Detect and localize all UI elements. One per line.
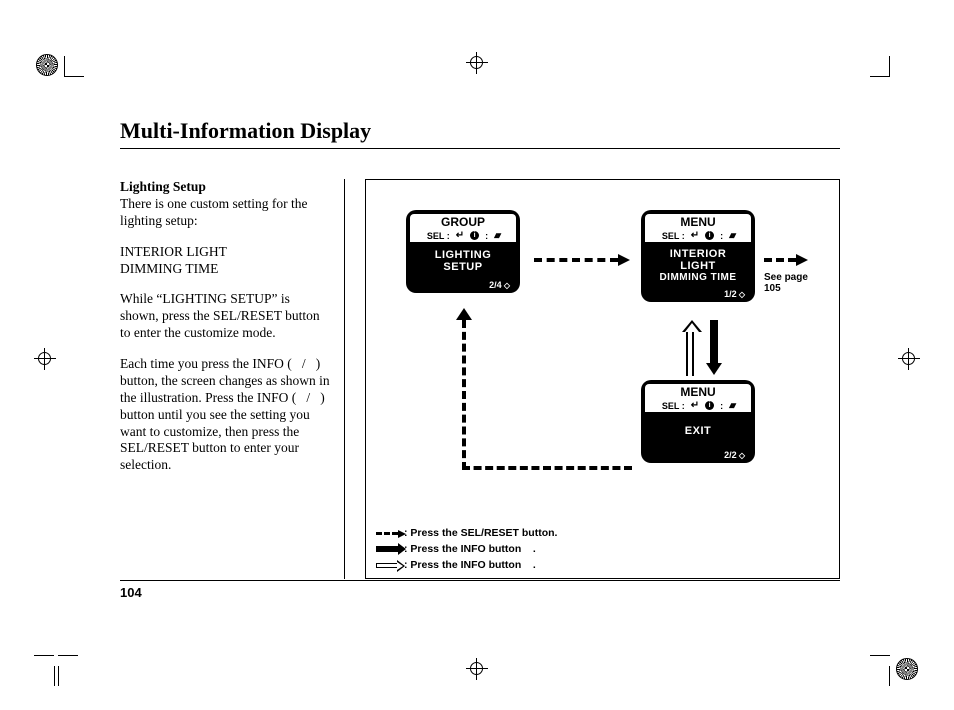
paragraph-2: While “LIGHTING SETUP” is shown, press t… — [120, 291, 330, 342]
lcd-footer: 1/2 — [645, 289, 751, 300]
lcd-body-line: EXIT — [685, 425, 711, 437]
legend-hollow-arrow-icon — [376, 563, 398, 568]
registration-mark-cross — [34, 348, 56, 370]
registration-mark-sun — [896, 658, 918, 680]
info-icon: i — [470, 231, 479, 240]
arrow-info-up — [686, 332, 694, 376]
lcd-screen-exit: MENU SEL : i: EXIT 2/2 — [641, 380, 755, 463]
enter-icon — [691, 230, 699, 241]
enter-icon — [456, 230, 464, 241]
legend-row-sel-reset: : Press the SEL/RESET button. — [376, 526, 557, 540]
lcd-body-line: DIMMING TIME — [659, 272, 736, 283]
setting-name-line1: INTERIOR LIGHT — [120, 244, 227, 259]
arrowhead-up-icon — [456, 308, 472, 320]
legend-dash-arrow-icon — [376, 532, 398, 535]
legend-text: : Press the SEL/RESET button. — [404, 527, 557, 539]
lcd-sel-row: SEL : i: — [645, 230, 751, 242]
lcd-screen-interior-light: MENU SEL : i: INTERIOR LIGHT DIMMING TIM… — [641, 210, 755, 302]
lcd-footer: 2/2 — [645, 450, 751, 461]
crop-mark — [858, 654, 890, 686]
lcd-sel-row: SEL : i: — [645, 400, 751, 412]
legend-row-info-hollow: : Press the INFO button . — [376, 558, 557, 572]
lcd-footer: 2/4 — [410, 280, 516, 291]
crop-mark — [58, 654, 90, 686]
arrow-info-down — [710, 320, 718, 365]
arrow-sel-reset — [534, 258, 618, 262]
info-icon: i — [705, 401, 714, 410]
registration-mark-sun — [36, 54, 58, 76]
lcd-header: GROUP — [410, 214, 516, 230]
lcd-body-line: INTERIOR — [659, 248, 736, 260]
diagram: GROUP SEL : i: LIGHTING SETUP 2/4 MENU S… — [365, 179, 840, 579]
updown-icon — [729, 400, 734, 411]
arrow-sel-reset-return — [462, 320, 632, 470]
lcd-body-line: SETUP — [435, 261, 492, 273]
info-icon: i — [705, 231, 714, 240]
enter-icon — [691, 400, 699, 411]
page-number: 104 — [120, 580, 840, 600]
legend-text: : Press the INFO button . — [404, 543, 536, 555]
crop-mark — [64, 46, 96, 78]
lcd-screen-lighting-setup: GROUP SEL : i: LIGHTING SETUP 2/4 — [406, 210, 520, 293]
crop-mark — [858, 46, 890, 78]
lcd-body-line: LIGHTING — [435, 249, 492, 261]
paragraph-3: Each time you press the INFO ( / ) butto… — [120, 356, 330, 474]
page-title: Multi-Information Display — [120, 118, 840, 149]
legend-solid-arrow-icon — [376, 546, 398, 552]
updown-icon — [729, 230, 734, 241]
paragraph-1: There is one custom setting for the ligh… — [120, 196, 307, 228]
arrow-sel-reset — [764, 258, 796, 262]
setting-name-line2: DIMMING TIME — [120, 261, 218, 276]
lcd-sel-row: SEL : i: — [410, 230, 516, 242]
lcd-body-line: LIGHT — [659, 260, 736, 272]
legend-text: : Press the INFO button . — [404, 559, 536, 571]
body-text-column: Lighting Setup There is one custom setti… — [120, 179, 345, 579]
section-subhead: Lighting Setup — [120, 179, 206, 194]
registration-mark-cross — [898, 348, 920, 370]
registration-mark-cross — [466, 52, 488, 74]
legend-row-info-solid: : Press the INFO button . — [376, 542, 557, 556]
lcd-header: MENU — [645, 214, 751, 230]
lcd-header: MENU — [645, 384, 751, 400]
updown-icon — [494, 230, 499, 241]
legend: : Press the SEL/RESET button. : Press th… — [376, 524, 557, 572]
registration-mark-cross — [466, 658, 488, 680]
see-page-note: See page105 — [764, 272, 808, 294]
